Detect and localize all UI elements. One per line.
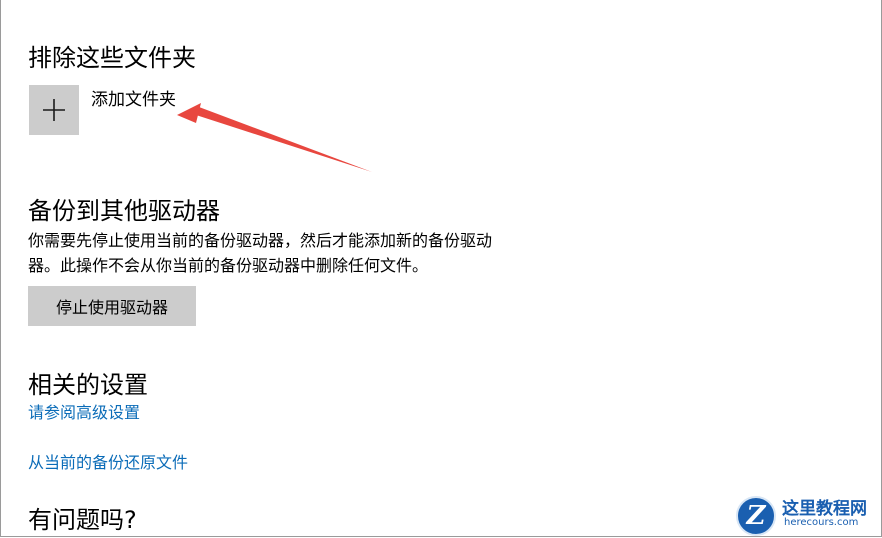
restore-files-link[interactable]: 从当前的备份还原文件 xyxy=(28,452,188,474)
watermark-logo: Z xyxy=(736,496,776,536)
backup-desc-line2: 器。此操作不会从你当前的备份驱动器中删除任何文件。 xyxy=(28,256,429,275)
exclude-folders-heading: 排除这些文件夹 xyxy=(28,44,196,72)
add-folder-button[interactable] xyxy=(29,85,79,135)
backup-desc-line1: 你需要先停止使用当前的备份驱动器，然后才能添加新的备份驱动 xyxy=(28,231,493,250)
backup-other-drive-heading: 备份到其他驱动器 xyxy=(28,197,220,225)
watermark: Z 这里教程网 herecours.com xyxy=(732,492,878,536)
advanced-settings-link[interactable]: 请参阅高级设置 xyxy=(28,402,140,424)
stop-using-drive-button[interactable]: 停止使用驱动器 xyxy=(28,286,196,326)
watermark-url: herecours.com xyxy=(784,517,859,528)
plus-icon xyxy=(43,99,65,121)
related-settings-heading: 相关的设置 xyxy=(28,371,148,399)
help-heading: 有问题吗? xyxy=(28,506,137,534)
watermark-title: 这里教程网 xyxy=(782,499,867,519)
add-folder-label[interactable]: 添加文件夹 xyxy=(91,88,176,112)
